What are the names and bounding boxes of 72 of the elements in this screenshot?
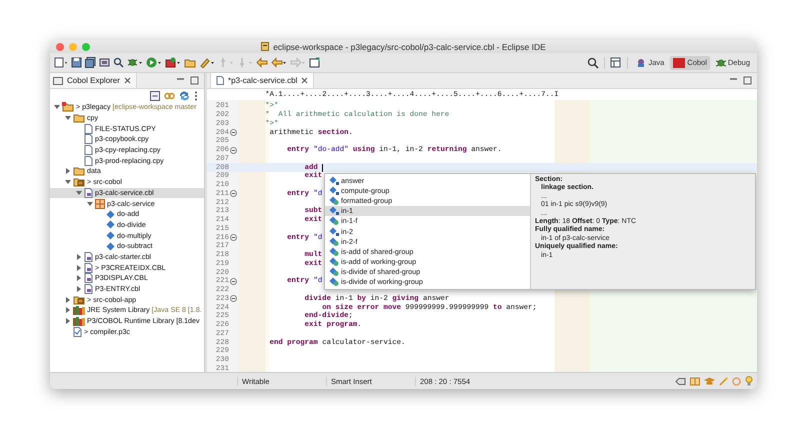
- maximize-icon[interactable]: [190, 76, 199, 85]
- link-icon[interactable]: [164, 90, 175, 100]
- magnifier-icon[interactable]: [113, 57, 124, 68]
- tag-icon[interactable]: [675, 376, 686, 386]
- collapse-icon[interactable]: [230, 295, 237, 302]
- group-icon: [329, 267, 339, 276]
- close-icon[interactable]: [301, 77, 308, 84]
- folder-icon: [73, 166, 85, 176]
- file-icon: [216, 76, 224, 85]
- books-icon: [73, 316, 85, 326]
- view-title: Cobol Explorer: [67, 76, 120, 85]
- project-folder-icon: [62, 102, 74, 112]
- maximize-icon[interactable]: [743, 76, 752, 85]
- sync-icon[interactable]: [179, 90, 190, 100]
- run-icon[interactable]: [146, 57, 162, 68]
- source-folder-icon: [73, 177, 85, 188]
- file-icon: [73, 326, 82, 337]
- file-icon: [84, 124, 93, 134]
- group-icon: [329, 257, 339, 266]
- group-icon: [329, 236, 339, 246]
- new-file-icon[interactable]: [54, 57, 68, 68]
- view-tab[interactable]: Cobol Explorer: [50, 73, 137, 88]
- pencil-icon[interactable]: [199, 57, 215, 68]
- save-all-icon[interactable]: [85, 57, 96, 68]
- collapse-icon[interactable]: [230, 190, 237, 198]
- file-icon: [84, 262, 93, 273]
- chip-icon[interactable]: [99, 57, 110, 68]
- back-arrow-icon[interactable]: [256, 57, 268, 68]
- collapse-icon[interactable]: [230, 129, 237, 136]
- collapsed-arrow-icon[interactable]: [65, 168, 71, 174]
- group-icon: [329, 277, 339, 286]
- file-icon: [84, 252, 93, 262]
- group-icon: [329, 216, 339, 226]
- back-arrow-icon[interactable]: [271, 57, 287, 68]
- document-icon: [261, 42, 270, 51]
- collapse-icon[interactable]: [230, 146, 237, 154]
- file-icon: [84, 284, 93, 294]
- book-icon[interactable]: [690, 376, 700, 386]
- text-cursor: [322, 164, 324, 172]
- file-icon: [84, 156, 93, 166]
- file-icon: [84, 188, 93, 198]
- source-folder-icon: [73, 294, 85, 305]
- window-icon[interactable]: [309, 57, 321, 68]
- books-icon: [73, 305, 85, 316]
- view-icon: [53, 76, 63, 84]
- open-perspective-icon[interactable]: [610, 57, 622, 68]
- diamond-icon: [329, 206, 339, 216]
- bug-icon: [716, 58, 726, 68]
- group-icon: [329, 196, 339, 205]
- collapse-all-icon[interactable]: [150, 90, 160, 100]
- bug-icon[interactable]: [127, 57, 143, 68]
- search-icon[interactable]: [587, 56, 600, 68]
- coffee-cup-icon: [636, 58, 646, 68]
- group-icon: [329, 246, 339, 256]
- file-icon: [84, 134, 93, 144]
- diamond-icon: [329, 176, 339, 185]
- file-icon: [84, 273, 93, 284]
- save-icon[interactable]: [71, 57, 82, 68]
- collapse-icon[interactable]: [230, 234, 237, 242]
- folder-icon[interactable]: [184, 57, 196, 68]
- diamond-icon: [329, 226, 339, 236]
- folder-icon: [73, 113, 85, 124]
- diamond-icon: [329, 186, 339, 195]
- file-icon: [84, 145, 93, 156]
- grid-icon: [95, 198, 105, 209]
- window-title: eclipse-workspace - p3legacy/src-cobol/p3-calc-service.cbl - Eclipse IDE: [273, 42, 546, 52]
- close-icon[interactable]: [124, 77, 131, 84]
- editor-tab[interactable]: *p3-calc-service.cbl: [210, 73, 314, 88]
- more-icon[interactable]: [194, 90, 198, 100]
- logo: [673, 58, 686, 68]
- collapse-icon[interactable]: [230, 278, 237, 285]
- toolbox-icon[interactable]: [165, 57, 181, 68]
